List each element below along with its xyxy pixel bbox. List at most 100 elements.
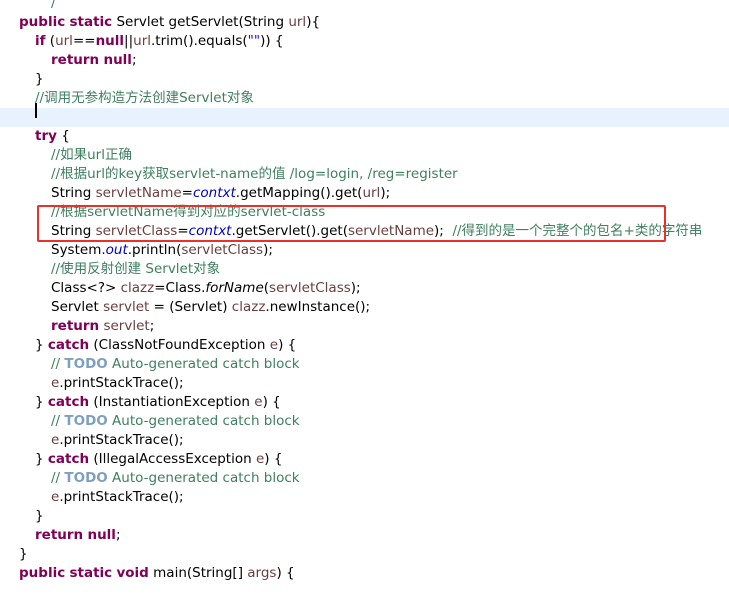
- code-line[interactable]: e.printStackTrace();: [0, 374, 729, 393]
- code-token: "": [247, 33, 261, 49]
- code-line[interactable]: } catch (IllegalAccessException e) {: [0, 450, 729, 469]
- code-line[interactable]: // TODO Auto-generated catch block: [0, 412, 729, 431]
- code-line-text: public static void main(String[] args) {: [19, 564, 295, 583]
- code-line[interactable]: }: [0, 545, 729, 564]
- comment-token: //调用无参构造方法创建Servlet对象: [35, 90, 254, 106]
- code-token: =Class.: [154, 280, 206, 296]
- code-token: contxt: [192, 185, 236, 201]
- code-token: TODO: [64, 356, 108, 372]
- comment-token: //使用反射创建 Servlet对象: [51, 261, 221, 277]
- code-token: out: [105, 242, 128, 258]
- code-line-text: Servlet servlet = (Servlet) clazz.newIns…: [51, 298, 370, 317]
- code-token: servletClass: [181, 242, 264, 258]
- code-line[interactable]: //使用反射创建 Servlet对象: [0, 260, 729, 279]
- code-token: );: [263, 242, 273, 258]
- code-token: }: [35, 394, 48, 410]
- keyword-token: return: [51, 52, 100, 68]
- code-line-text: } catch (InstantiationException e) {: [35, 393, 281, 412]
- keyword-token: if: [35, 33, 46, 49]
- code-token: String: [51, 185, 96, 201]
- code-line-text: /: [51, 0, 56, 13]
- code-token: (: [45, 33, 56, 49]
- code-line-text: return null;: [51, 51, 137, 70]
- keyword-token: null: [95, 33, 125, 49]
- keyword-token: catch: [47, 337, 90, 353]
- keyword-token: return: [35, 527, 84, 543]
- code-line[interactable]: e.printStackTrace();: [0, 431, 729, 450]
- code-line[interactable]: //调用无参构造方法创建Servlet对象: [0, 89, 729, 108]
- comment-token: /: [51, 0, 56, 11]
- keyword-token: static: [69, 565, 113, 581]
- code-token: (IllegalAccessException: [89, 451, 256, 467]
- code-token: System.: [51, 242, 106, 258]
- keyword-token: catch: [47, 394, 90, 410]
- code-line[interactable]: public static Servlet getServlet(String …: [0, 13, 729, 32]
- code-token: }: [35, 71, 44, 87]
- code-line[interactable]: // TODO Auto-generated catch block: [0, 355, 729, 374]
- comment-token: //: [51, 470, 65, 486]
- code-token: ;: [131, 52, 137, 68]
- code-token: (InstantiationException: [89, 394, 255, 410]
- code-line[interactable]: }: [0, 70, 729, 89]
- code-token: ){: [306, 14, 321, 30]
- code-line[interactable]: try {: [0, 127, 729, 146]
- code-token: servlet: [103, 318, 150, 334]
- code-line[interactable]: Class<?> clazz=Class.forName(servletClas…: [0, 279, 729, 298]
- code-token: );: [380, 185, 391, 201]
- code-token: url: [55, 33, 73, 49]
- code-line[interactable]: Servlet servlet = (Servlet) clazz.newIns…: [0, 298, 729, 317]
- text-caret: [35, 103, 37, 118]
- red-highlight-annotation: [37, 205, 666, 242]
- code-line[interactable]: e.printStackTrace();: [0, 488, 729, 507]
- code-token: =: [181, 185, 193, 201]
- code-line[interactable]: //根据url的key获取servlet-name的值 /log=login, …: [0, 165, 729, 184]
- code-line-text: //根据url的key获取servlet-name的值 /log=login, …: [51, 165, 458, 184]
- keyword-token: null: [103, 52, 132, 68]
- current-code-line[interactable]: [0, 108, 729, 127]
- code-line-text: //使用反射创建 Servlet对象: [51, 260, 220, 279]
- code-line[interactable]: } catch (ClassNotFoundException e) {: [0, 336, 729, 355]
- code-line-text: System.out.println(servletClass);: [51, 241, 273, 260]
- code-token: ;: [115, 527, 121, 543]
- code-token: .printStackTrace();: [59, 375, 184, 391]
- code-line[interactable]: //如果url正确: [0, 146, 729, 165]
- code-token: .println(: [127, 242, 182, 258]
- code-line-text: return null;: [35, 526, 121, 545]
- code-line-text: e.printStackTrace();: [51, 374, 184, 393]
- code-token: args: [247, 565, 277, 581]
- code-token: ==: [72, 33, 96, 49]
- code-line-text: public static Servlet getServlet(String …: [19, 13, 320, 32]
- code-token: clazz: [120, 280, 155, 296]
- code-line[interactable]: String servletName=contxt.getMapping().g…: [0, 184, 729, 203]
- code-line-text: }: [35, 70, 44, 89]
- code-line[interactable]: if (url==null||url.trim().equals("")) {: [0, 32, 729, 51]
- comment-token: //: [51, 413, 65, 429]
- code-token: servletClass: [269, 280, 351, 296]
- code-token: = (Servlet): [149, 299, 232, 315]
- code-line-text: if (url==null||url.trim().equals("")) {: [35, 32, 283, 51]
- code-line[interactable]: System.out.println(servletClass);: [0, 241, 729, 260]
- keyword-token: public: [19, 14, 66, 30]
- comment-token: //: [51, 356, 65, 372]
- code-line[interactable]: } catch (InstantiationException e) {: [0, 393, 729, 412]
- code-line[interactable]: }: [0, 507, 729, 526]
- code-line[interactable]: return null;: [0, 51, 729, 70]
- code-token: ||: [124, 33, 134, 49]
- code-token: ) {: [278, 337, 297, 353]
- code-line-text: try {: [35, 127, 70, 146]
- code-token: .newInstance();: [265, 299, 371, 315]
- code-line[interactable]: /: [0, 0, 729, 13]
- code-line-text: // TODO Auto-generated catch block: [51, 412, 300, 431]
- code-token: servlet: [103, 299, 150, 315]
- code-line[interactable]: // TODO Auto-generated catch block: [0, 469, 729, 488]
- code-token: Class<?>: [51, 280, 121, 296]
- code-line-text: e.printStackTrace();: [51, 431, 184, 450]
- code-line[interactable]: public static void main(String[] args) {: [0, 564, 729, 583]
- code-line[interactable]: return null;: [0, 526, 729, 545]
- code-line[interactable]: return servlet;: [0, 317, 729, 336]
- code-line-text: // TODO Auto-generated catch block: [51, 469, 300, 488]
- code-editor[interactable]: / public static Servlet getServlet(String…: [0, 0, 729, 599]
- code-token: (ClassNotFoundException: [89, 337, 270, 353]
- code-token: ) {: [276, 565, 295, 581]
- code-token: )) {: [260, 33, 284, 49]
